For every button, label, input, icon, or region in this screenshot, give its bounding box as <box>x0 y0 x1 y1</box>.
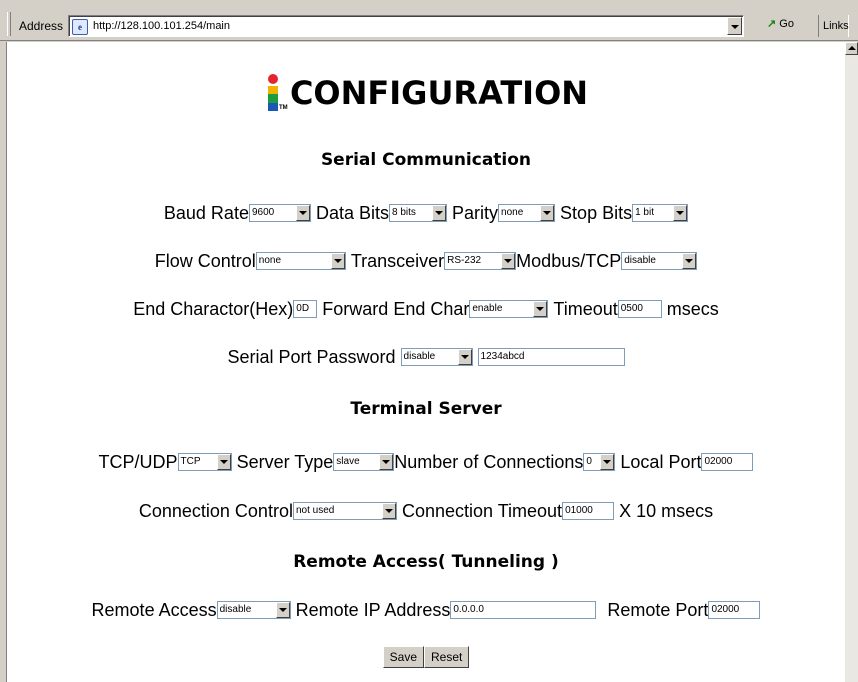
scroll-up-icon[interactable] <box>845 42 858 55</box>
remote-row-1: Remote Access disable Remote IP Address 0.… <box>7 599 845 621</box>
chevron-down-icon[interactable] <box>295 205 310 222</box>
connection-timeout-input[interactable]: 01000 <box>562 502 615 521</box>
chevron-down-icon[interactable] <box>600 454 615 471</box>
toolbar-grip[interactable] <box>7 12 11 36</box>
num-connections-select[interactable]: 0 <box>583 453 616 472</box>
brand-logo-icon: TM <box>264 74 288 112</box>
remote-port-label: Remote Port <box>607 599 709 620</box>
transceiver-label: Transceiver <box>350 250 445 271</box>
go-button[interactable]: ↗ Go <box>767 17 794 30</box>
go-arrow-icon: ↗ <box>767 18 777 30</box>
chevron-down-icon[interactable] <box>673 205 688 222</box>
remote-ip-input[interactable]: 0.0.0.0 <box>450 601 597 620</box>
page-title-text: CONFIGURATION <box>289 74 589 112</box>
links-button[interactable]: Links <box>818 15 849 37</box>
modbus-tcp-select[interactable]: disable <box>621 252 698 271</box>
chevron-down-icon[interactable] <box>275 602 290 619</box>
remote-access-label: Remote Access <box>91 599 217 620</box>
chevron-down-icon[interactable] <box>216 454 231 471</box>
section-serial-communication: Serial Communication <box>320 150 532 170</box>
timeout-input[interactable]: 0500 <box>617 300 662 319</box>
save-button[interactable]: Save <box>382 646 424 668</box>
remote-access-select[interactable]: disable <box>216 601 291 620</box>
baud-rate-label: Baud Rate <box>163 202 249 223</box>
serial-row-3: End Charactor(Hex) 0D Forward End Char ena… <box>7 298 845 320</box>
timeout-label: Timeout <box>553 298 618 319</box>
url-field[interactable]: e http://128.100.101.254/main <box>68 15 744 37</box>
chevron-down-icon[interactable] <box>540 205 555 222</box>
timeout-unit: msecs <box>666 298 719 319</box>
chevron-down-icon[interactable] <box>682 253 697 270</box>
page-content: TM CONFIGURATION Serial Communication Ba… <box>6 42 845 682</box>
parity-select[interactable]: none <box>498 204 556 223</box>
chevron-down-icon[interactable] <box>379 454 394 471</box>
page-favicon-icon: e <box>72 19 88 35</box>
section-terminal-server: Terminal Server <box>350 399 502 419</box>
reset-button[interactable]: Reset <box>424 646 470 668</box>
connection-control-label: Connection Control <box>138 500 293 521</box>
url-history-dropdown-button[interactable] <box>727 17 742 35</box>
chevron-down-icon[interactable] <box>501 253 516 270</box>
section-remote-access: Remote Access( Tunneling ) <box>293 552 559 572</box>
parity-label: Parity <box>452 202 499 223</box>
page-title: TM CONFIGURATION <box>7 74 845 124</box>
server-type-select[interactable]: slave <box>333 453 395 472</box>
address-bar: Address e http://128.100.101.254/main ↗ … <box>0 0 858 41</box>
flow-control-label: Flow Control <box>154 250 256 271</box>
stop-bits-select[interactable]: 1 bit <box>632 204 689 223</box>
go-label: Go <box>779 18 794 30</box>
chevron-down-icon[interactable] <box>457 349 472 366</box>
url-text[interactable]: http://128.100.101.254/main <box>93 20 230 32</box>
serial-password-label: Serial Port Password <box>227 346 396 367</box>
address-label: Address <box>19 19 64 33</box>
chevron-down-icon[interactable] <box>432 205 446 222</box>
chevron-down-icon[interactable] <box>381 503 396 520</box>
server-type-label: Server Type <box>236 451 334 472</box>
data-bits-select[interactable]: 8 bits <box>389 204 447 223</box>
tcp-udp-label: TCP/UDP <box>98 451 178 472</box>
serial-row-4: Serial Port Password disable 1234abcd <box>7 346 845 368</box>
serial-row-1: Baud Rate 9600 Data Bits 8 bits Parity none… <box>7 202 845 224</box>
serial-password-input[interactable]: 1234abcd <box>477 348 625 367</box>
serial-row-2: Flow Control none Transceiver RS-232 Modbus… <box>7 250 845 272</box>
local-port-input[interactable]: 02000 <box>701 453 754 472</box>
chevron-down-icon[interactable] <box>330 253 345 270</box>
chevron-down-icon[interactable] <box>533 301 548 318</box>
tcp-udp-select[interactable]: TCP <box>177 453 232 472</box>
local-port-label: Local Port <box>620 451 702 472</box>
form-buttons: Save Reset <box>7 646 845 668</box>
connection-control-select[interactable]: not used <box>292 502 397 521</box>
forward-end-char-select[interactable]: enable <box>469 300 549 319</box>
terminal-row-2: Connection Control not used Connection Ti… <box>7 500 845 522</box>
serial-password-select[interactable]: disable <box>400 348 473 367</box>
connection-timeout-unit: X 10 msecs <box>619 500 714 521</box>
num-connections-label: Number of Connections <box>394 451 584 472</box>
remote-port-input[interactable]: 02000 <box>708 601 761 620</box>
forward-end-char-label: Forward End Char <box>322 298 470 319</box>
flow-control-select[interactable]: none <box>255 252 346 271</box>
vertical-scrollbar[interactable] <box>845 42 858 682</box>
end-char-label: End Charactor(Hex) <box>133 298 294 319</box>
stop-bits-label: Stop Bits <box>560 202 633 223</box>
connection-timeout-label: Connection Timeout <box>401 500 563 521</box>
modbus-tcp-label: Modbus/TCP <box>516 250 622 271</box>
remote-ip-label: Remote IP Address <box>295 599 451 620</box>
transceiver-select[interactable]: RS-232 <box>444 252 517 271</box>
end-char-input[interactable]: 0D <box>293 300 318 319</box>
baud-rate-select[interactable]: 9600 <box>248 204 311 223</box>
data-bits-label: Data Bits <box>315 202 389 223</box>
terminal-row-1: TCP/UDP TCP Server Type slave Number of Con… <box>7 451 845 473</box>
